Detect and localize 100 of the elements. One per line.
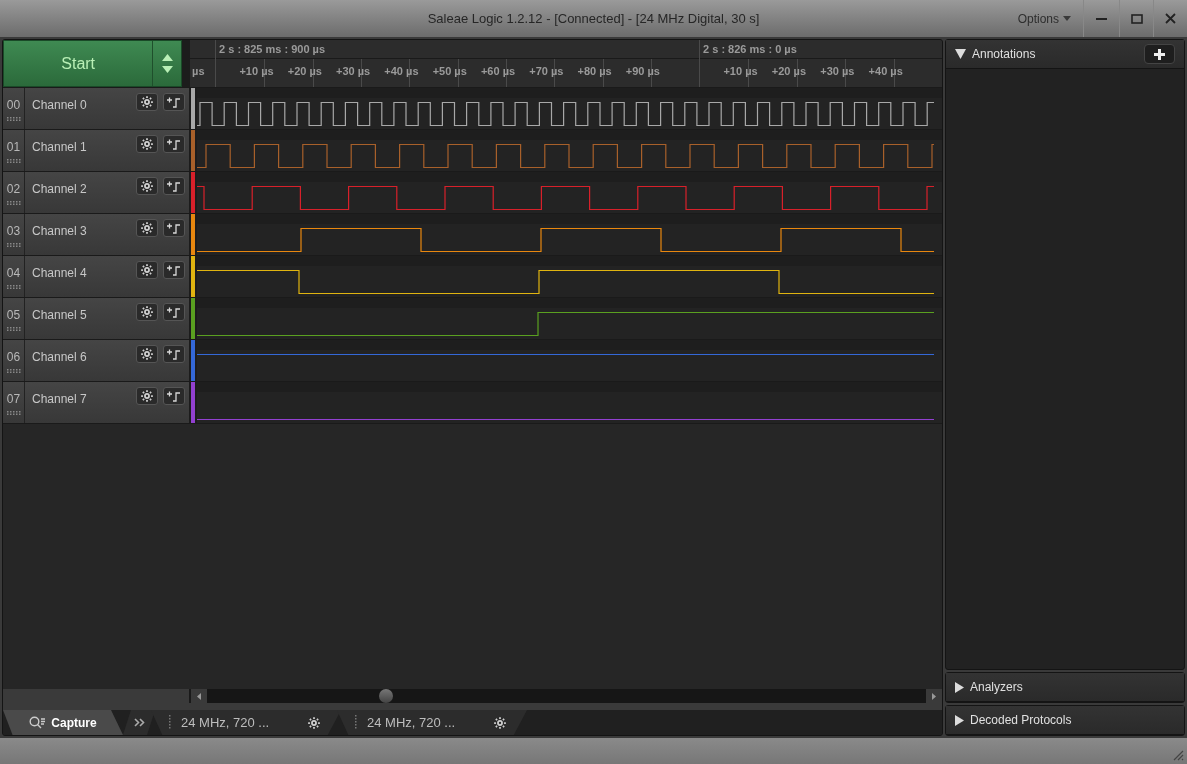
options-menu[interactable]: Options xyxy=(1005,0,1083,37)
trigger-button[interactable] xyxy=(163,345,185,363)
drag-grip-icon xyxy=(6,201,21,205)
start-button[interactable]: Start xyxy=(4,41,154,86)
tick-label: +40 µs xyxy=(868,64,903,79)
collapse-triangle-icon xyxy=(955,49,966,59)
channel-name: Channel 2 xyxy=(31,181,88,198)
window-title: Saleae Logic 1.2.12 - [Connected] - [24 MHz Digital, 30 s] xyxy=(427,9,760,28)
drag-grip-icon xyxy=(6,411,21,415)
session-tab[interactable]: 24 MHz, 720 ... xyxy=(337,710,527,735)
panel-title: Annotations xyxy=(972,46,1037,63)
tick-label: +30 µs xyxy=(820,64,855,79)
tab-label: 24 MHz, 720 ... xyxy=(181,713,271,732)
channel-settings-button[interactable] xyxy=(136,219,158,237)
channel-name: Channel 6 xyxy=(31,349,88,366)
gear-icon xyxy=(140,95,154,109)
caret-icon xyxy=(1063,16,1071,21)
tick-label: +70 µs xyxy=(529,64,564,79)
drag-grip-icon xyxy=(6,117,21,121)
drag-grip-icon xyxy=(6,159,21,163)
drag-grip-icon xyxy=(6,243,21,247)
channel-name: Channel 5 xyxy=(31,307,88,324)
channel-settings-button[interactable] xyxy=(136,303,158,321)
scroll-left-button[interactable] xyxy=(191,689,207,703)
channel-settings-button[interactable] xyxy=(136,177,158,195)
trigger-button[interactable] xyxy=(163,219,185,237)
gear-icon xyxy=(140,137,154,151)
trigger-button[interactable] xyxy=(163,93,185,111)
tick-label: +10 µs xyxy=(239,64,274,79)
arrow-left-icon xyxy=(197,692,201,700)
channel-number: 02 xyxy=(6,181,21,198)
tick-label: +50 µs xyxy=(432,64,467,79)
add-trigger-icon xyxy=(166,348,182,360)
channel-settings-button[interactable] xyxy=(136,387,158,405)
channel-settings-button[interactable] xyxy=(136,93,158,111)
channel-settings-button[interactable] xyxy=(136,261,158,279)
channel-number: 06 xyxy=(6,349,21,366)
tab-label: 24 MHz, 720 ... xyxy=(367,713,457,732)
channel-number: 04 xyxy=(6,265,21,282)
gear-icon xyxy=(140,305,154,319)
channel-name: Channel 7 xyxy=(31,391,88,408)
add-trigger-icon xyxy=(166,138,182,150)
gear-icon xyxy=(307,715,321,730)
session-tab[interactable]: 24 MHz, 720 ... xyxy=(151,710,341,735)
time-marker: 2 s : 825 ms : 900 µs xyxy=(218,42,326,57)
gear-icon xyxy=(140,179,154,193)
trigger-button[interactable] xyxy=(163,261,185,279)
scroll-right-button[interactable] xyxy=(926,689,942,703)
panel-header[interactable]: Annotations xyxy=(946,40,1184,69)
channel-number: 05 xyxy=(6,307,21,324)
expand-triangle-icon xyxy=(955,714,964,726)
add-trigger-icon xyxy=(166,306,182,318)
panel-header[interactable]: Analyzers xyxy=(946,673,1184,702)
tick-label: +20 µs xyxy=(771,64,806,79)
drag-grip-icon xyxy=(6,285,21,289)
trigger-button[interactable] xyxy=(163,387,185,405)
expand-triangle-icon xyxy=(955,681,964,693)
horizontal-scrollbar[interactable] xyxy=(191,689,942,703)
maximize-icon xyxy=(1130,13,1143,24)
add-trigger-icon xyxy=(166,222,182,234)
close-icon xyxy=(1165,13,1176,24)
resize-grip-icon xyxy=(1173,750,1184,761)
arrow-down-icon xyxy=(161,66,173,73)
search-icon xyxy=(29,716,47,729)
add-trigger-icon xyxy=(166,96,182,108)
add-button[interactable] xyxy=(1144,44,1175,64)
tick-label: +90 µs xyxy=(625,64,660,79)
gear-icon xyxy=(493,715,507,730)
tick-label: +60 µs xyxy=(480,64,516,79)
trigger-button[interactable] xyxy=(163,177,185,195)
double-chevron-icon xyxy=(133,718,145,727)
add-trigger-icon xyxy=(166,264,182,276)
channel-number: 00 xyxy=(6,97,21,114)
add-trigger-icon xyxy=(166,390,182,402)
trigger-button[interactable] xyxy=(163,303,185,321)
tick-label: +20 µs xyxy=(287,64,322,79)
panel-title: Decoded Protocols xyxy=(970,712,1073,729)
scroll-thumb[interactable] xyxy=(379,689,393,703)
channel-number: 01 xyxy=(6,139,21,156)
up-down-button[interactable] xyxy=(153,41,182,86)
tick-label: +80 µs xyxy=(577,64,612,79)
channel-number: 07 xyxy=(6,391,21,408)
tick-label: +10 µs xyxy=(723,64,758,79)
gear-icon xyxy=(140,221,154,235)
minimize-icon xyxy=(1096,17,1107,20)
trigger-button[interactable] xyxy=(163,135,185,153)
arrow-right-icon xyxy=(932,692,936,700)
channel-settings-button[interactable] xyxy=(136,135,158,153)
gear-icon xyxy=(140,389,154,403)
channel-name: Channel 0 xyxy=(31,97,88,114)
panel-header[interactable]: Decoded Protocols xyxy=(946,706,1184,735)
gear-icon xyxy=(140,347,154,361)
channel-name: Channel 3 xyxy=(31,223,88,240)
panel-title: Analyzers xyxy=(970,679,1024,696)
tick-label: µs xyxy=(191,64,206,79)
channel-name: Channel 1 xyxy=(31,139,88,156)
tick-label: +40 µs xyxy=(384,64,419,79)
capture-tab[interactable]: Capture xyxy=(3,710,123,735)
time-marker: 2 s : 826 ms : 0 µs xyxy=(702,42,797,57)
channel-settings-button[interactable] xyxy=(136,345,158,363)
